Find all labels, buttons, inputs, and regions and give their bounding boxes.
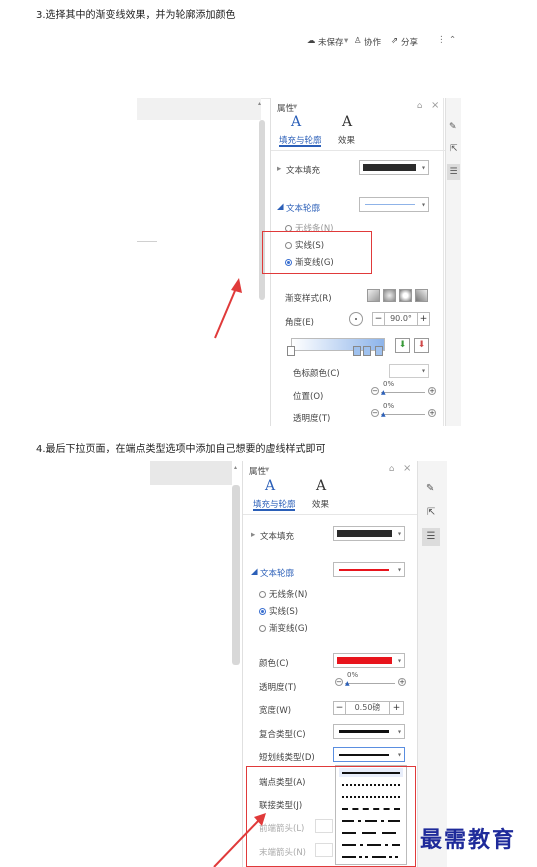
watermark-logo: 最需教育 (420, 827, 517, 853)
pointer-arrow (214, 278, 242, 339)
step4-caption: 4.最后下拉页面，在端点类型选项中添加自己想要的虚线样式即可 (36, 444, 326, 455)
step3-caption: 3.选择其中的渐变线效果，并为轮廓添加颜色 (36, 10, 236, 21)
screenshot-2: ▴ 属性 ▾ ⌂ × A 填充与轮廓 A 效果 ▸ 文本填充 ▾ ◢ 文本轮廓 … (150, 461, 447, 867)
pointer-arrow (213, 813, 266, 867)
screenshot-1: ☁ 未保存 ▾ ♙ 协作 ⇗ 分享 ⋮ ⌃ ▴ 属性 ▾ ⌂ × A 填充与轮廓… (137, 28, 461, 426)
